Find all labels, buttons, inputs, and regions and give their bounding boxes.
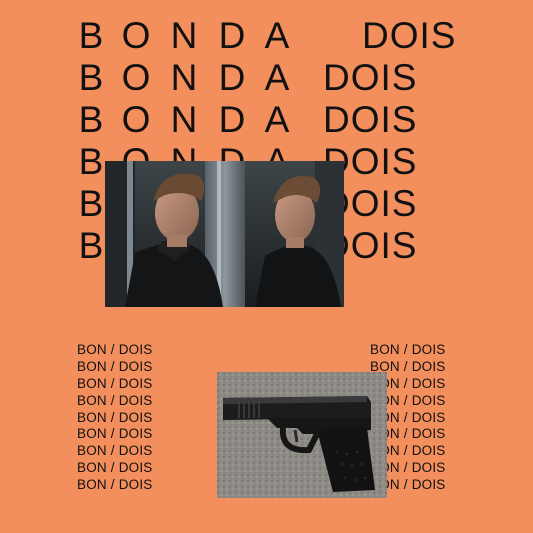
title-letter: D xyxy=(218,15,246,56)
small-text-list-left: BON / DOIS BON / DOIS BON / DOIS BON / D… xyxy=(77,342,197,494)
title-letter: A xyxy=(264,99,290,140)
title-letter: A xyxy=(264,57,290,98)
small-text-item: BON / DOIS xyxy=(370,409,446,425)
title-word: DOIS xyxy=(323,57,418,98)
small-text-item: BON / DOIS xyxy=(370,460,446,476)
small-text-item: BON / DOIS xyxy=(77,392,153,408)
small-text-item: BON / DOIS xyxy=(370,342,446,357)
small-text-item: BON / DOIS xyxy=(77,409,153,425)
title-letter: N xyxy=(170,15,198,56)
title-letter: O xyxy=(121,15,151,56)
title-row: B O N D A DOIS xyxy=(77,98,533,142)
small-text-item: BON / DOIS xyxy=(77,342,153,357)
title-letter: O xyxy=(121,99,151,140)
small-text-item: BON / DOIS xyxy=(370,375,446,391)
title-letter: D xyxy=(218,57,246,98)
title-letter: A xyxy=(264,15,290,56)
pistol-photo xyxy=(217,372,387,498)
small-text-item: BON / DOIS xyxy=(77,375,153,391)
title-letter: D xyxy=(218,99,246,140)
title-letter: N xyxy=(170,99,198,140)
small-text-item: BON / DOIS xyxy=(77,426,153,442)
small-text-item: BON / DOIS xyxy=(370,443,446,459)
title-letter: B xyxy=(78,99,104,140)
small-text-item: BON / DOIS xyxy=(370,426,446,442)
small-text-item: BON / DOIS xyxy=(77,358,153,374)
title-word: DOIS xyxy=(323,99,418,140)
title-letter: N xyxy=(170,57,198,98)
title-row: B O N D A DOIS xyxy=(77,14,533,58)
title-letter: O xyxy=(121,57,151,98)
portrait-photo xyxy=(105,161,344,307)
small-text-item: BON / DOIS xyxy=(77,460,153,476)
portrait-photo-illustration xyxy=(105,161,344,307)
small-text-item: BON / DOIS xyxy=(77,443,153,459)
small-text-item: BON / DOIS xyxy=(77,477,153,493)
album-cover: B O N D A DOIS B O N D A DOIS B O N D A … xyxy=(0,0,533,533)
pistol-photo-illustration xyxy=(217,372,387,498)
title-letter: B xyxy=(78,15,104,56)
small-text-item: BON / DOIS xyxy=(370,358,446,374)
title-word: DOIS xyxy=(362,15,457,56)
title-letter: B xyxy=(78,57,104,98)
small-text-item: BON / DOIS xyxy=(370,477,446,493)
small-text-list-right: BON / DOIS BON / DOIS BON / DOIS BON / D… xyxy=(370,342,490,494)
title-row: B O N D A DOIS xyxy=(77,56,533,100)
small-text-item: BON / DOIS xyxy=(370,392,446,408)
